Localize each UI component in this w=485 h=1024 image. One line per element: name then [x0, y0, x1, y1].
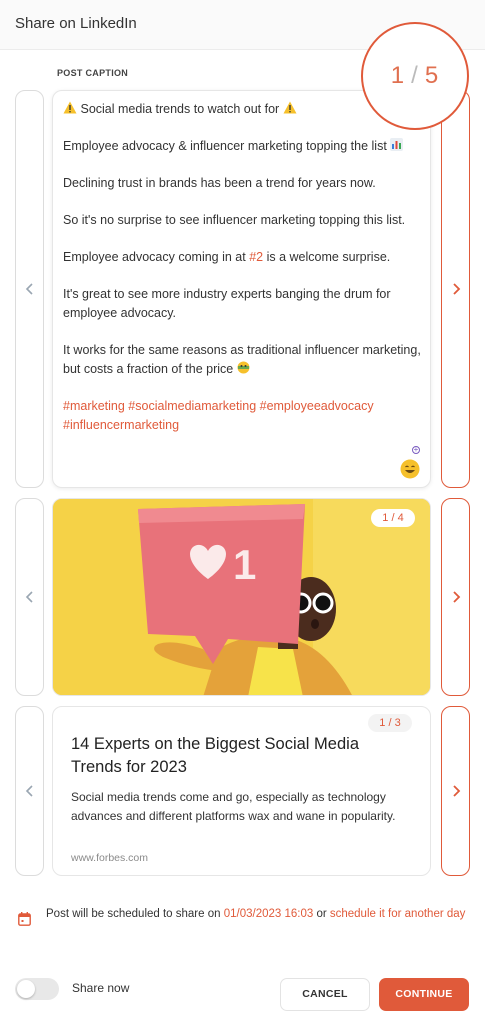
caption-next-button[interactable]: [441, 90, 470, 488]
hashtags[interactable]: #marketing #socialmediamarketing #employ…: [63, 397, 425, 435]
hashtag-link[interactable]: #2: [249, 250, 263, 264]
link-domain: www.forbes.com: [71, 852, 149, 864]
chevron-right-icon: [452, 785, 460, 797]
caption-line-1: Social media trends to watch out for: [80, 102, 280, 116]
share-now-label: Share now: [72, 981, 130, 995]
cancel-button[interactable]: CANCEL: [280, 978, 370, 1011]
post-image-illustration: 1: [53, 499, 430, 695]
image-next-button[interactable]: [441, 498, 470, 696]
link-description: Social media trends come and go, especia…: [71, 790, 396, 823]
add-emoji-icon[interactable]: +: [412, 446, 420, 454]
caption-paragraph: So it's no surprise to see influencer ma…: [63, 213, 406, 227]
post-counter-total: 5: [424, 62, 440, 89]
warning-icon: [283, 101, 297, 114]
caption-editor[interactable]: Social media trends to watch out for Emp…: [52, 90, 431, 488]
schedule-prefix: Post will be scheduled to share on: [46, 908, 224, 920]
link-prev-button[interactable]: [15, 706, 44, 876]
modal-title: Share on LinkedIn: [15, 15, 137, 32]
chevron-left-icon: [25, 591, 33, 603]
link-preview-card[interactable]: 1 / 3 14 Experts on the Biggest Social M…: [52, 706, 431, 876]
calendar-icon: [18, 912, 31, 926]
post-caption-label: POST CAPTION: [57, 68, 129, 78]
caption-line-2: Employee advocacy & influencer marketing…: [63, 139, 387, 153]
caption-text-segment: Employee advocacy coming in at: [63, 250, 250, 264]
post-counter-current: 1: [390, 62, 406, 89]
money-face-icon: [237, 361, 250, 374]
emoji-icon[interactable]: [400, 459, 420, 479]
image-prev-button[interactable]: [15, 498, 44, 696]
chevron-left-icon: [25, 283, 33, 295]
schedule-another-day-link[interactable]: schedule it for another day: [330, 908, 466, 920]
chevron-right-icon: [452, 591, 460, 603]
toggle-knob: [17, 980, 35, 998]
caption-text[interactable]: Social media trends to watch out for Emp…: [63, 100, 425, 453]
caption-prev-button[interactable]: [15, 90, 44, 488]
continue-button[interactable]: CONTINUE: [379, 978, 469, 1011]
link-next-button[interactable]: [441, 706, 470, 876]
caption-paragraph: It's great to see more industry experts …: [63, 287, 391, 320]
link-title: 14 Experts on the Biggest Social Media T…: [71, 735, 360, 776]
post-counter: 1/5: [361, 22, 469, 130]
caption-paragraph: Declining trust in brands has been a tre…: [63, 176, 376, 190]
schedule-datetime[interactable]: 01/03/2023 16:03: [224, 908, 314, 920]
share-now-toggle[interactable]: [15, 978, 59, 1000]
warning-icon: [63, 101, 77, 114]
chevron-right-icon: [452, 283, 460, 295]
link-counter-badge: 1 / 3: [368, 714, 412, 732]
post-image[interactable]: 1 1 / 4: [52, 498, 431, 696]
caption-text-segment: is a welcome surprise.: [263, 250, 391, 264]
schedule-middle: or: [313, 908, 330, 920]
chevron-left-icon: [25, 785, 33, 797]
image-counter-badge: 1 / 4: [371, 509, 415, 527]
image-sign-number: 1: [233, 541, 256, 588]
bar-chart-icon: [390, 138, 404, 151]
